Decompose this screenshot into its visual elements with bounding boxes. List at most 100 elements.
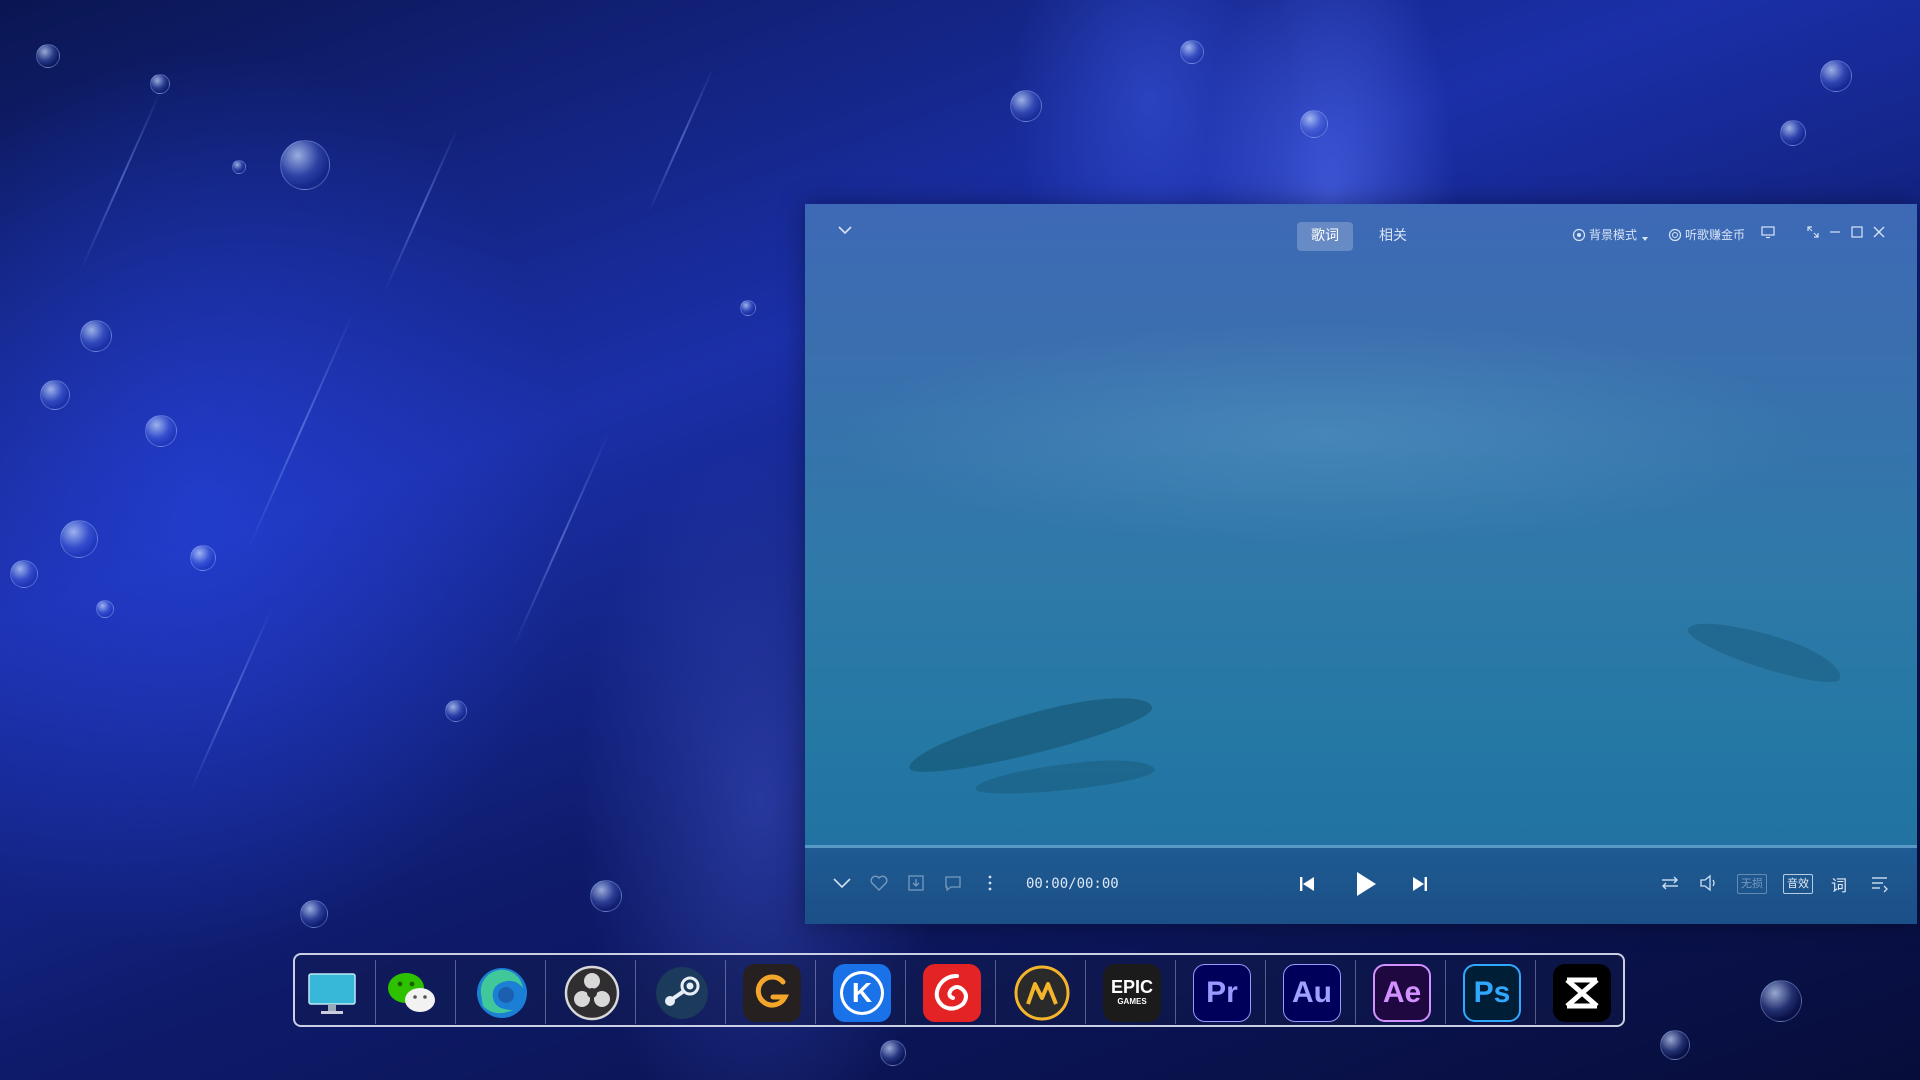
dock-separator: [635, 960, 636, 1024]
water-drop: [40, 380, 70, 410]
chevron-down-icon: [838, 226, 852, 235]
desktop-lyrics-button[interactable]: 词: [1831, 872, 1847, 896]
fullscreen-button[interactable]: [1805, 224, 1825, 244]
heart-icon: [870, 875, 888, 891]
monitor-icon: [1761, 226, 1775, 239]
dock-separator: [1355, 960, 1356, 1024]
more-vertical-icon: [988, 875, 992, 891]
play-button[interactable]: [1348, 867, 1382, 901]
coin-icon: [1668, 228, 1682, 242]
capcut-icon: [1565, 977, 1599, 1009]
water-drop: [232, 160, 246, 174]
app-dock: K EPIC GAMES Pr Au Ae Ps: [293, 953, 1625, 1027]
photoshop-icon: Ps: [1473, 976, 1511, 1009]
skip-previous-icon: [1300, 877, 1314, 891]
dock-separator: [725, 960, 726, 1024]
dock-separator: [545, 960, 546, 1024]
minimize-icon: [1830, 231, 1840, 233]
close-icon: [1873, 226, 1885, 238]
fullscreen-icon: [1807, 226, 1819, 238]
obs-icon: [564, 965, 620, 1021]
close-button[interactable]: [1871, 224, 1891, 244]
earn-coins-label: 听歌赚金币: [1685, 228, 1746, 242]
background-mode-button[interactable]: 背景模式: [1572, 226, 1652, 244]
player-top-bar: 歌词 相关 背景模式 听歌赚金币: [805, 204, 1917, 264]
comment-button[interactable]: [942, 872, 966, 896]
water-drop: [150, 74, 170, 94]
water-drop: [1300, 110, 1328, 138]
water-drop: [1010, 90, 1042, 122]
dock-app-photoshop[interactable]: Ps: [1463, 964, 1521, 1022]
dock-app-steam[interactable]: [653, 964, 711, 1022]
collapse-player-button[interactable]: [835, 220, 855, 240]
dock-app-capcut[interactable]: [1553, 964, 1611, 1022]
dock-separator: [995, 960, 996, 1024]
maximize-button[interactable]: [1849, 224, 1869, 244]
dock-app-after-effects[interactable]: Ae: [1373, 964, 1431, 1022]
epic-logo-text: EPIC: [1110, 977, 1153, 997]
dock-app-netease-music[interactable]: [923, 964, 981, 1022]
after-effects-icon: Ae: [1382, 976, 1422, 1009]
dock-separator: [1175, 960, 1176, 1024]
dock-app-mango[interactable]: [1013, 964, 1071, 1022]
water-drop: [445, 700, 467, 722]
lossless-quality-button[interactable]: 无损: [1737, 874, 1767, 894]
dock-app-desktop[interactable]: [303, 964, 361, 1022]
audition-icon: Au: [1292, 976, 1332, 1009]
dock-app-edge[interactable]: [473, 964, 531, 1022]
playlist-button[interactable]: [1869, 872, 1893, 896]
g-icon: [755, 974, 789, 1008]
download-button[interactable]: [905, 872, 929, 896]
dock-separator: [1445, 960, 1446, 1024]
dock-app-epic-games[interactable]: EPIC GAMES: [1103, 964, 1161, 1022]
water-drop: [145, 415, 177, 447]
play-icon: [1357, 872, 1376, 896]
caret-down-icon: [1641, 237, 1648, 241]
dock-separator: [1265, 960, 1266, 1024]
repeat-icon: [1662, 876, 1678, 890]
background-mode-icon: [1572, 228, 1586, 242]
playback-time: 00:00/00:00: [1026, 876, 1119, 892]
rain-streak: [647, 66, 715, 214]
next-track-button[interactable]: [1408, 872, 1432, 896]
dock-app-wechat[interactable]: [383, 964, 441, 1022]
dock-app-kugou[interactable]: K: [833, 964, 891, 1022]
wechat-icon: [388, 973, 435, 1012]
water-drop: [80, 320, 112, 352]
kugou-letter: K: [851, 977, 873, 1008]
monitor-icon: [308, 973, 356, 1014]
more-button[interactable]: [979, 872, 1003, 896]
minimize-button[interactable]: [1827, 224, 1847, 244]
previous-track-button[interactable]: [1295, 872, 1319, 896]
mini-player-button[interactable]: [1760, 224, 1780, 244]
water-drop: [880, 1040, 906, 1066]
dock-separator: [455, 960, 456, 1024]
skip-next-icon: [1413, 877, 1427, 891]
like-button[interactable]: [868, 872, 892, 896]
mango-icon: [1014, 965, 1070, 1021]
tab-lyrics[interactable]: 歌词: [1297, 222, 1353, 251]
download-icon: [908, 875, 924, 891]
dock-app-obs[interactable]: [563, 964, 621, 1022]
dock-separator: [1085, 960, 1086, 1024]
water-drop: [96, 600, 114, 618]
sound-effect-button[interactable]: 音效: [1783, 874, 1813, 894]
dock-separator: [815, 960, 816, 1024]
dock-app-g[interactable]: [743, 964, 801, 1022]
music-player-window: 歌词 相关 背景模式 听歌赚金币 00:00/00:00 无损 音效 词: [805, 204, 1917, 924]
earn-coins-button[interactable]: 听歌赚金币: [1668, 226, 1745, 244]
rain-streak: [189, 608, 273, 792]
water-drop: [1660, 1030, 1690, 1060]
water-drop: [1820, 60, 1852, 92]
play-mode-button[interactable]: [1659, 872, 1683, 896]
dock-app-audition[interactable]: Au: [1283, 964, 1341, 1022]
volume-icon: [1700, 874, 1715, 892]
water-drop: [190, 545, 216, 571]
volume-button[interactable]: [1697, 872, 1721, 896]
maximize-icon: [1851, 226, 1863, 238]
rain-streak: [511, 429, 611, 651]
tab-related[interactable]: 相关: [1365, 222, 1421, 251]
water-drop: [10, 560, 38, 588]
dock-app-premiere[interactable]: Pr: [1193, 964, 1251, 1022]
collapse-button[interactable]: [831, 872, 855, 896]
